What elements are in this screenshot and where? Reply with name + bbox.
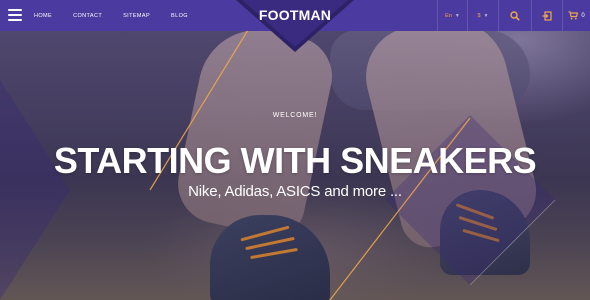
search-button[interactable] (498, 0, 531, 31)
hero-subline: Nike, Adidas, ASICS and more ... (188, 183, 402, 200)
search-icon (510, 10, 520, 21)
cart-count: 0 (581, 12, 585, 19)
main-nav: HOME CONTACT SITEMAP BLOG (34, 0, 209, 31)
header-tools: En ▼ $ ▼ 0 (437, 0, 590, 31)
language-value: En (445, 12, 452, 19)
login-icon (542, 10, 552, 21)
currency-selector[interactable]: $ ▼ (467, 0, 498, 31)
cart-icon (568, 11, 579, 20)
hero-welcome: WELCOME! (272, 112, 318, 119)
hamburger-menu-icon[interactable] (8, 9, 22, 21)
logo[interactable]: FOOTMAN (236, 0, 354, 52)
nav-link-blog[interactable]: BLOG (171, 13, 188, 19)
nav-link-sitemap[interactable]: SITEMAP (123, 13, 150, 19)
logo-text: FOOTMAN (258, 7, 332, 23)
hero-headline: STARTING WITH SNEAKERS (53, 140, 537, 181)
chevron-down-icon: ▼ (454, 12, 460, 19)
language-selector[interactable]: En ▼ (437, 0, 467, 31)
chevron-down-icon: ▼ (483, 12, 489, 19)
currency-value: $ (477, 12, 481, 19)
cart-button[interactable]: 0 (562, 0, 590, 31)
nav-link-contact[interactable]: CONTACT (73, 13, 102, 19)
nav-link-home[interactable]: HOME (34, 13, 52, 19)
login-button[interactable] (531, 0, 562, 31)
